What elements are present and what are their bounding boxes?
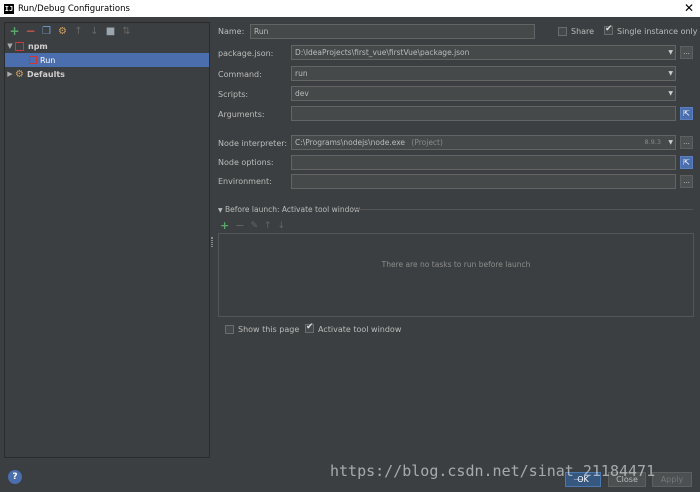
watermark-text: https://blog.csdn.net/sinat_21184471: [330, 462, 656, 480]
panel-splitter[interactable]: [211, 237, 213, 247]
scripts-value: dev: [295, 89, 309, 98]
arguments-label: Arguments:: [218, 110, 265, 119]
chevron-down-icon[interactable]: ▼: [668, 87, 673, 100]
chevron-down-icon[interactable]: ▼: [668, 46, 673, 59]
copy-icon[interactable]: ❐: [40, 25, 53, 38]
configurations-tree: ▼ npm Run ▶ ⚙ Defaults: [5, 39, 209, 81]
arrow-up-icon[interactable]: ↑: [72, 25, 85, 38]
tree-item-npm[interactable]: ▼ npm: [5, 39, 209, 53]
browse-interpreter-button[interactable]: ...: [680, 136, 693, 149]
command-value: run: [295, 69, 308, 78]
before-launch-title: Before launch: Activate tool window: [225, 205, 361, 214]
node-options-label: Node options:: [218, 158, 274, 167]
show-this-page-label: Show this page: [238, 325, 300, 334]
show-this-page-checkbox[interactable]: [225, 325, 234, 334]
window-title: Run/Debug Configurations: [18, 3, 130, 14]
apply-button[interactable]: Apply: [652, 472, 692, 487]
arrow-down-icon[interactable]: ↓: [88, 25, 101, 38]
browse-environment-button[interactable]: ...: [680, 175, 693, 188]
package-json-field[interactable]: D:\IdeaProjects\first_vue\firstVue\packa…: [291, 45, 676, 60]
package-json-value: D:\IdeaProjects\first_vue\firstVue\packa…: [295, 48, 470, 57]
minus-icon[interactable]: −: [24, 24, 37, 38]
chevron-down-icon[interactable]: ▼: [218, 207, 223, 214]
environment-label: Environment:: [218, 177, 272, 186]
chevron-down-icon[interactable]: ▼: [5, 42, 15, 50]
command-label: Command:: [218, 70, 262, 79]
empty-tasks-message: There are no tasks to run before launch: [381, 260, 531, 269]
plus-icon[interactable]: +: [8, 24, 21, 38]
chevron-right-icon[interactable]: ▶: [5, 70, 15, 78]
edit-icon[interactable]: ✎: [250, 221, 258, 231]
arguments-field[interactable]: [291, 106, 676, 121]
close-window-button[interactable]: ✕: [684, 1, 694, 15]
tree-item-label: npm: [28, 41, 48, 51]
share-checkbox[interactable]: [558, 27, 567, 36]
expand-node-options-button[interactable]: ⇱: [680, 156, 693, 169]
name-field[interactable]: Run: [250, 24, 535, 39]
section-divider: [355, 209, 693, 210]
help-button[interactable]: ?: [8, 470, 22, 484]
before-launch-task-list[interactable]: There are no tasks to run before launch: [218, 233, 694, 317]
scripts-label: Scripts:: [218, 90, 249, 99]
tree-item-run[interactable]: Run: [5, 53, 209, 67]
title-bar: IJ Run/Debug Configurations ✕: [0, 0, 700, 17]
browse-package-json-button[interactable]: ...: [680, 46, 693, 59]
node-interpreter-hint: (Project): [411, 138, 443, 147]
plus-icon[interactable]: +: [220, 219, 229, 232]
node-interpreter-value: C:\Programs\nodejs\node.exe: [295, 138, 406, 147]
expand-arguments-button[interactable]: ⇱: [680, 107, 693, 120]
single-instance-checkbox[interactable]: [604, 24, 613, 35]
scripts-select[interactable]: dev ▼: [291, 86, 676, 101]
minus-icon[interactable]: −: [235, 219, 244, 232]
activate-tool-window-label: Activate tool window: [318, 325, 402, 334]
environment-field[interactable]: [291, 174, 676, 189]
package-json-label: package.json:: [218, 49, 274, 58]
tree-item-label: Defaults: [26, 69, 65, 79]
activate-tool-window-checkbox[interactable]: [305, 322, 314, 333]
npm-icon: [29, 56, 37, 64]
share-label: Share: [571, 27, 595, 36]
arrow-up-icon[interactable]: ↑: [264, 221, 272, 231]
folder-icon[interactable]: ■: [104, 25, 117, 38]
before-launch-header[interactable]: ▼ Before launch: Activate tool window: [218, 205, 360, 214]
name-label: Name:: [218, 27, 245, 36]
configurations-toolbar: + − ❐ ⚙ ↑ ↓ ■ ⇅: [5, 23, 209, 39]
before-launch-toolbar: + − ✎ ↑ ↓: [220, 219, 285, 232]
gear-icon: ⚙: [15, 68, 24, 80]
command-select[interactable]: run ▼: [291, 66, 676, 81]
chevron-down-icon[interactable]: ▼: [668, 136, 673, 149]
node-options-field[interactable]: [291, 155, 676, 170]
npm-icon: [15, 41, 24, 51]
chevron-down-icon[interactable]: ▼: [668, 67, 673, 80]
intellij-logo-icon: IJ: [4, 3, 14, 14]
node-interpreter-label: Node interpreter:: [218, 139, 288, 148]
tree-item-label: Run: [40, 55, 56, 65]
configurations-panel: + − ❐ ⚙ ↑ ↓ ■ ⇅ ▼ npm Run ▶ ⚙ Defaults: [4, 22, 210, 458]
arrow-down-icon[interactable]: ↓: [278, 221, 286, 231]
sort-icon[interactable]: ⇅: [120, 25, 133, 38]
tree-item-defaults[interactable]: ▶ ⚙ Defaults: [5, 67, 209, 81]
gear-icon[interactable]: ⚙: [56, 25, 69, 38]
single-instance-label: Single instance only: [617, 27, 698, 36]
node-interpreter-select[interactable]: C:\Programs\nodejs\node.exe (Project) 8.…: [291, 135, 676, 150]
node-version-badge: 8.9.3: [644, 138, 661, 146]
